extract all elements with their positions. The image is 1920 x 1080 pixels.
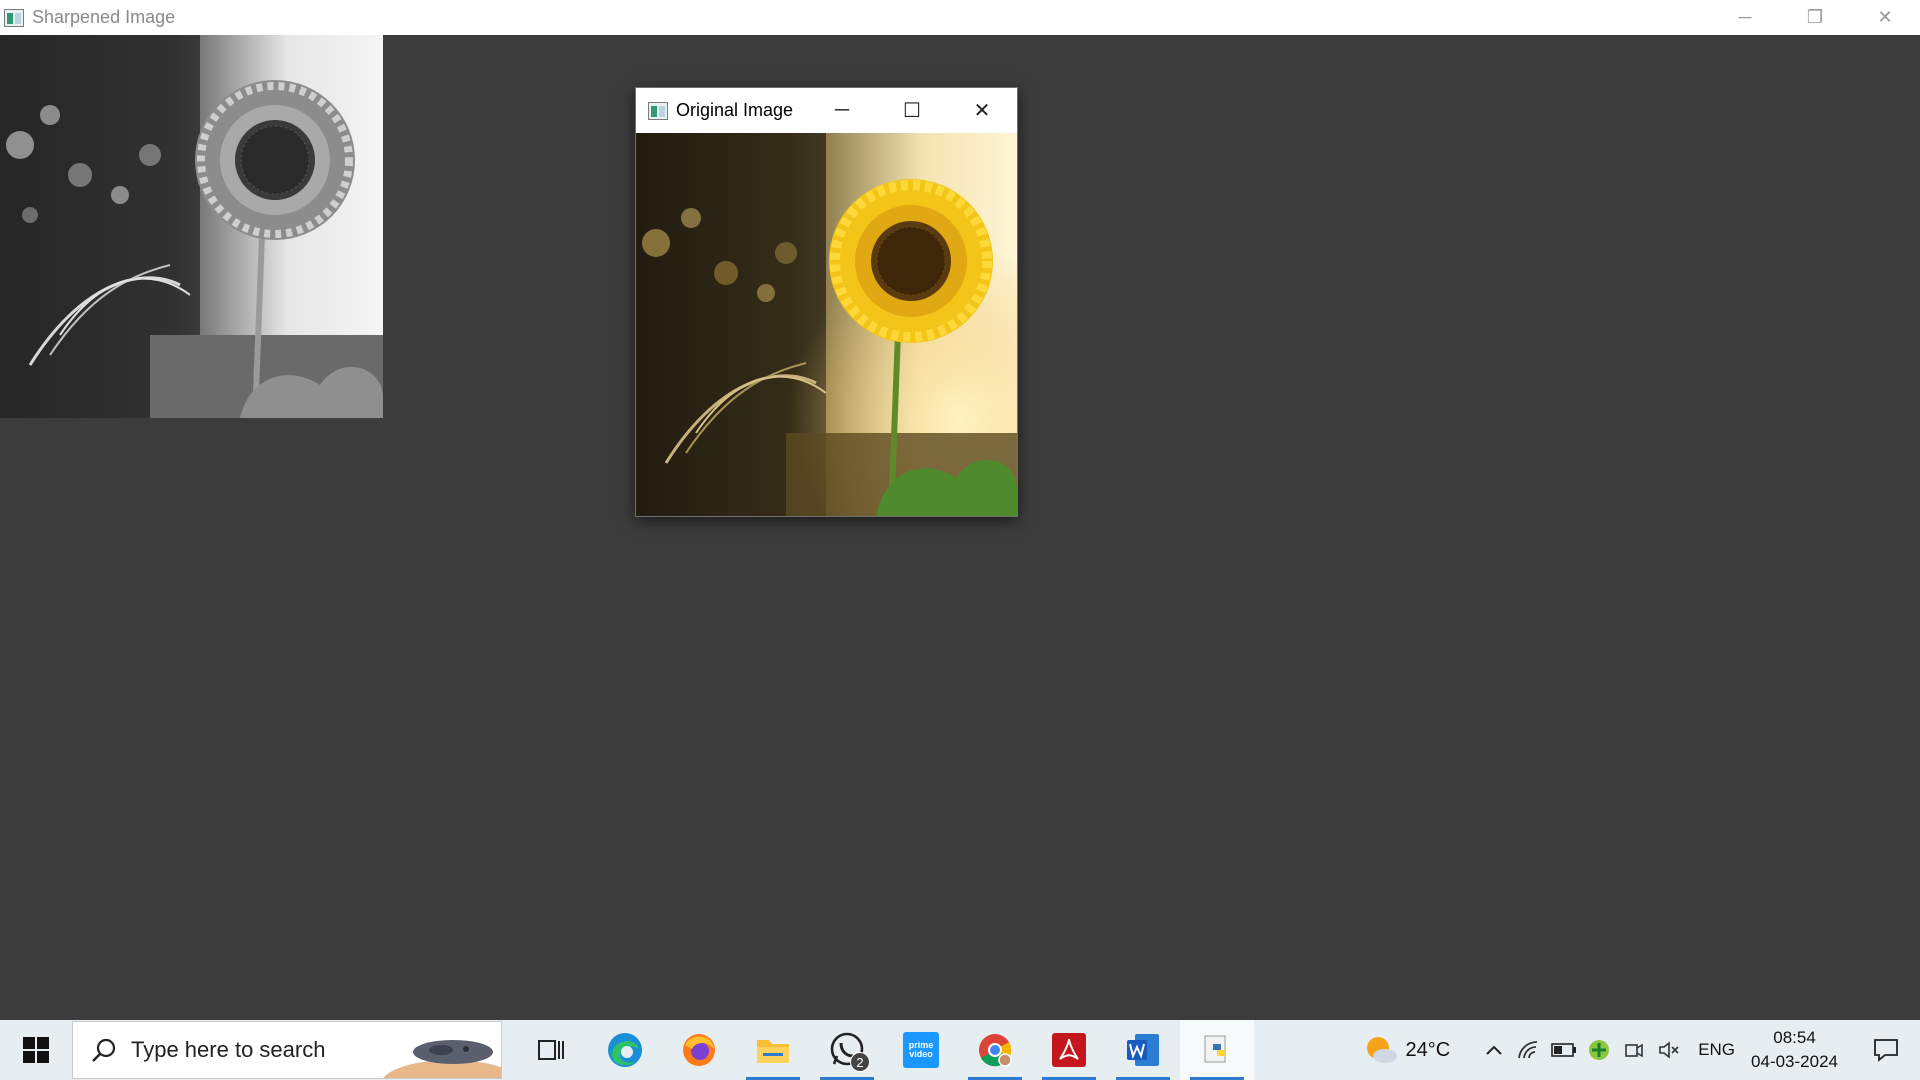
vpn-tray-button[interactable]: [1581, 1020, 1616, 1080]
original-window-title: Original Image: [676, 100, 794, 120]
edge-taskbar-button[interactable]: [588, 1020, 662, 1080]
word-icon: [1127, 1034, 1159, 1066]
prime-video-taskbar-button[interactable]: prime video: [884, 1020, 958, 1080]
clock-date: 04-03-2024: [1751, 1052, 1838, 1071]
whatsapp-unread-badge: 2: [850, 1052, 870, 1072]
original-sunflower-image: [636, 133, 1017, 516]
minimize-button[interactable]: ─: [1710, 0, 1780, 35]
network-button[interactable]: [1511, 1020, 1546, 1080]
task-view-button[interactable]: [514, 1020, 588, 1080]
opencv-window-icon: [4, 8, 24, 27]
chrome-icon: [979, 1034, 1012, 1067]
clock-widget[interactable]: 08:54 04-03-2024: [1751, 1026, 1838, 1074]
close-button[interactable]: ✕: [1850, 0, 1920, 35]
chevron-up-icon: [1485, 1045, 1502, 1055]
desktop-screen: Sharpened Image ─ ❐ ✕ Original Image ─ ☐…: [0, 0, 1920, 1080]
python-taskbar-button[interactable]: [1180, 1020, 1254, 1080]
vpn-shield-icon: [1588, 1040, 1609, 1060]
opencv-window-icon: [648, 101, 668, 120]
weather-widget[interactable]: 24°C: [1364, 1035, 1451, 1065]
wifi-icon: [1517, 1041, 1537, 1059]
notification-icon: [1874, 1039, 1898, 1062]
input-language-indicator[interactable]: ENG: [1698, 1040, 1735, 1060]
folder-icon: [757, 1040, 789, 1063]
minimize-button[interactable]: ─: [807, 88, 877, 133]
sharpened-sunflower-image: [0, 35, 383, 418]
sharpened-window-titlebar[interactable]: Sharpened Image ─ ❐ ✕: [0, 0, 1920, 35]
original-image-window[interactable]: Original Image ─ ☐ ✕: [635, 87, 1018, 517]
notification-center-button[interactable]: [1864, 1020, 1908, 1080]
weather-temperature: 24°C: [1405, 1038, 1451, 1061]
prime-video-label: prime video: [908, 1040, 934, 1059]
whatsapp-taskbar-button[interactable]: 2: [810, 1020, 884, 1080]
battery-button[interactable]: [1546, 1020, 1581, 1080]
file-explorer-taskbar-button[interactable]: [736, 1020, 810, 1080]
meet-now-button[interactable]: [1616, 1020, 1651, 1080]
weather-partly-cloudy-icon: [1366, 1037, 1397, 1063]
windows-logo-icon: [23, 1037, 49, 1063]
taskbar: Type here to search 2 prime video 24°C E…: [0, 1020, 1920, 1080]
search-input[interactable]: Type here to search: [72, 1021, 502, 1079]
chrome-taskbar-button[interactable]: [958, 1020, 1032, 1080]
original-window-titlebar[interactable]: Original Image ─ ☐ ✕: [636, 88, 1017, 133]
task-view-icon: [538, 1040, 564, 1060]
firefox-icon: [683, 1034, 715, 1066]
original-image-art: [636, 133, 1017, 516]
taskbar-app-icons: 2 prime video: [514, 1020, 1254, 1080]
clock-time: 08:54: [1773, 1028, 1816, 1047]
prime-video-icon: prime video: [903, 1032, 939, 1068]
volume-button[interactable]: [1651, 1020, 1686, 1080]
search-highlight-illustration-icon: [383, 1040, 501, 1078]
maximize-button[interactable]: ☐: [877, 88, 947, 133]
search-placeholder: Type here to search: [131, 1037, 326, 1062]
battery-icon: [1550, 1043, 1576, 1057]
sharpened-window-controls: ─ ❐ ✕: [1710, 0, 1920, 35]
system-tray: 24°C ENG 08:54 04-03-2024: [1364, 1020, 1920, 1080]
python-icon: [1204, 1035, 1226, 1063]
word-taskbar-button[interactable]: [1106, 1020, 1180, 1080]
firefox-taskbar-button[interactable]: [662, 1020, 736, 1080]
restore-button[interactable]: ❐: [1780, 0, 1850, 35]
original-window-controls: ─ ☐ ✕: [807, 88, 1017, 133]
close-button[interactable]: ✕: [947, 88, 1017, 133]
edge-icon: [608, 1033, 642, 1067]
search-icon: [92, 1038, 116, 1062]
speaker-muted-icon: [1658, 1041, 1679, 1059]
camera-icon: [1624, 1043, 1643, 1058]
show-hidden-icons-button[interactable]: [1476, 1020, 1511, 1080]
sharpened-image-art: [0, 35, 383, 418]
start-button[interactable]: [0, 1020, 72, 1080]
sharpened-window-title: Sharpened Image: [32, 7, 176, 27]
acrobat-icon: [1052, 1033, 1086, 1067]
acrobat-taskbar-button[interactable]: [1032, 1020, 1106, 1080]
